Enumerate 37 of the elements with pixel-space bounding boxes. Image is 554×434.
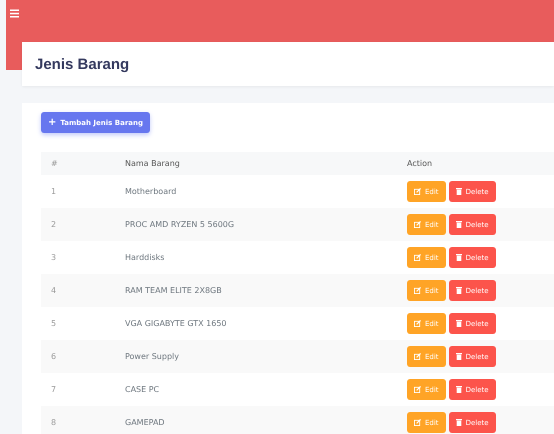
table-cell: 7 xyxy=(41,373,124,406)
table-cell: Motherboard xyxy=(124,175,406,208)
trash-icon xyxy=(456,386,462,393)
menu-icon[interactable] xyxy=(10,9,19,18)
table-cell: RAM TEAM ELITE 2X8GB xyxy=(124,274,406,307)
trash-icon xyxy=(456,320,462,327)
column-header: # xyxy=(41,152,124,175)
edit-icon xyxy=(414,353,421,360)
table-cell: 6 xyxy=(41,340,124,373)
trash-icon xyxy=(456,188,462,195)
edit-icon xyxy=(414,254,421,261)
edit-icon xyxy=(414,287,421,294)
table-cell: 4 xyxy=(41,274,124,307)
table-cell: 8 xyxy=(41,406,124,434)
table-cell: GAMEPAD xyxy=(124,406,406,434)
table-cell: PROC AMD RYZEN 5 5600G xyxy=(124,208,406,241)
trash-icon xyxy=(456,353,462,360)
table-cell: CASE PC xyxy=(124,373,406,406)
table-cell: Power Supply xyxy=(124,340,406,373)
edit-icon xyxy=(414,320,421,327)
column-header: Action xyxy=(406,152,554,175)
edit-icon xyxy=(414,419,421,426)
edit-icon xyxy=(414,188,421,195)
edit-icon xyxy=(414,386,421,393)
table-cell: 5 xyxy=(41,307,124,340)
trash-icon xyxy=(456,287,462,294)
table-cell: 2 xyxy=(41,208,124,241)
trash-icon xyxy=(456,419,462,426)
edit-icon xyxy=(414,221,421,228)
table-cell: VGA GIGABYTE GTX 1650 xyxy=(124,307,406,340)
table-cell: Harddisks xyxy=(124,241,406,274)
table-cell: 1 xyxy=(41,175,124,208)
table-cell: 3 xyxy=(41,241,124,274)
trash-icon xyxy=(456,221,462,228)
column-header: Nama Barang xyxy=(124,152,406,175)
page-title: Jenis Barang xyxy=(35,56,130,72)
trash-icon xyxy=(456,254,462,261)
